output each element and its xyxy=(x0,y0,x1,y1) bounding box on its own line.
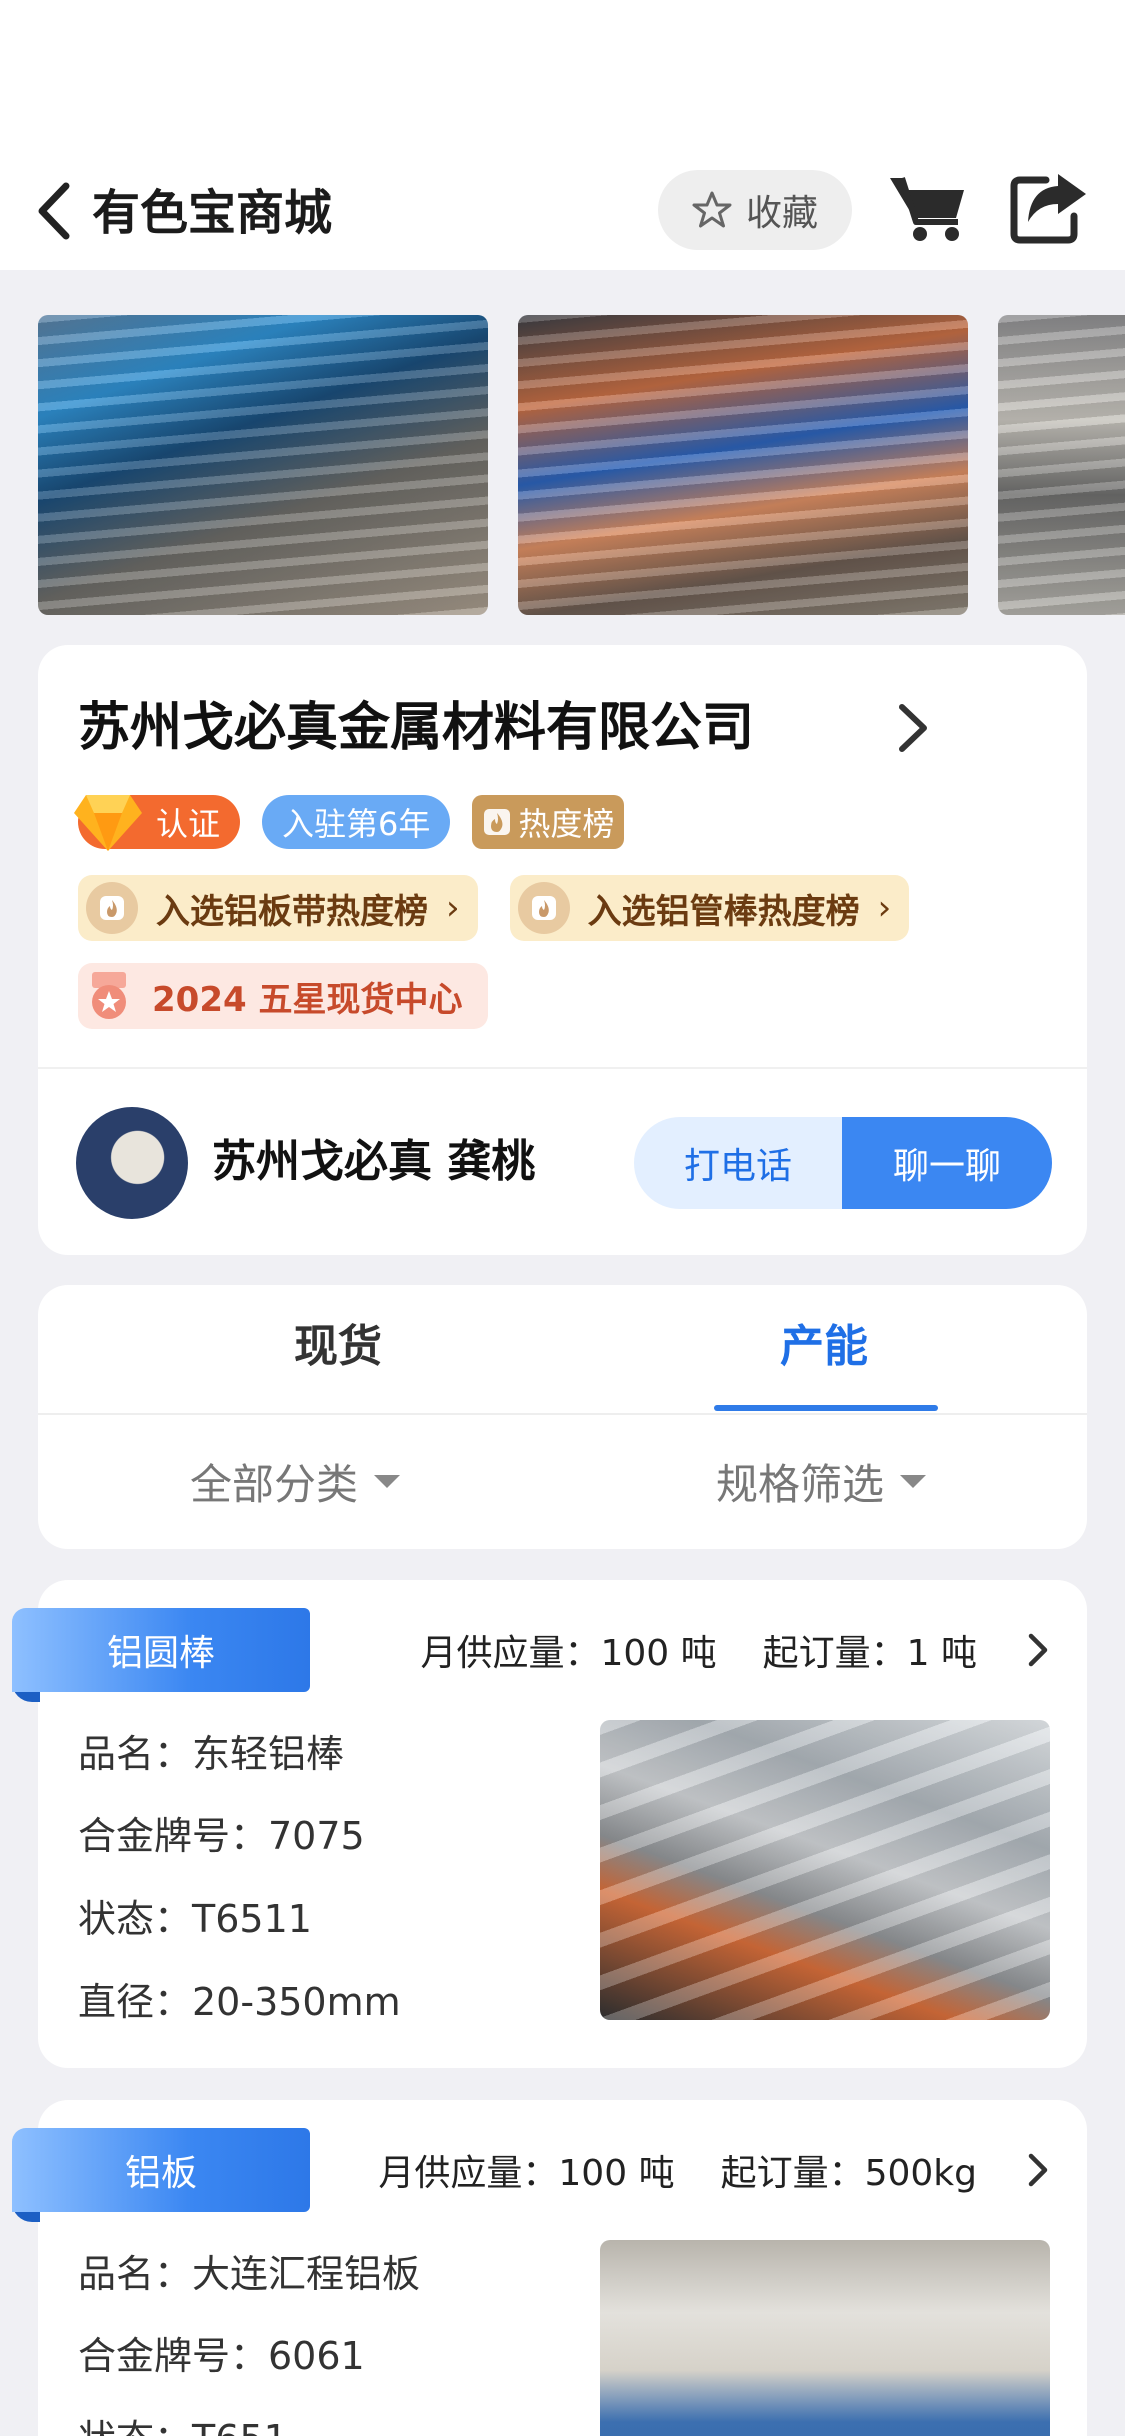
ranking-plate-strip[interactable]: 入选铝板带热度榜 › xyxy=(78,875,478,941)
company-name[interactable]: 苏州戈必真金属材料有限公司 xyxy=(78,693,754,763)
call-button[interactable]: 打电话 xyxy=(634,1117,842,1209)
award-badge[interactable]: 2024 五星现货中心 xyxy=(78,963,489,1029)
hot-list-label: 热度榜 xyxy=(518,805,615,843)
chevron-right-icon xyxy=(1028,2153,1048,2187)
chevron-right-icon: › xyxy=(877,888,892,928)
company-card: 苏州戈必真金属材料有限公司 认证 入驻第6年 热度榜 入选铝板带热度榜 › 入选… xyxy=(38,645,1087,1255)
award-label: 2024 五星现货中心 xyxy=(152,979,463,1020)
chevron-right-icon xyxy=(1028,1633,1048,1667)
store-photo-3[interactable] xyxy=(998,315,1125,615)
cart-icon[interactable] xyxy=(886,170,968,244)
tabs-card: 现货 产能 全部分类 规格筛选 xyxy=(38,1285,1087,1549)
flame-icon xyxy=(484,809,511,835)
contact-actions: 打电话 聊一聊 xyxy=(634,1117,1052,1209)
top-nav: 有色宝商城 收藏 xyxy=(0,0,1125,270)
spec-filter[interactable]: 规格筛选 xyxy=(716,1451,927,1512)
tab-capacity[interactable]: 产能 xyxy=(694,1315,954,1379)
diamond-icon xyxy=(74,795,142,851)
category-label: 铝板 xyxy=(12,2128,310,2212)
active-tab-indicator xyxy=(714,1405,938,1411)
store-photo-1[interactable] xyxy=(38,315,488,615)
category-label: 铝圆棒 xyxy=(12,1608,310,1692)
monthly-supply: 月供应量：100 吨 xyxy=(378,2153,675,2194)
flame-icon xyxy=(86,882,138,934)
badge-row: 认证 入驻第6年 热度榜 xyxy=(74,795,625,851)
ranking-label: 入选铝管棒热度榜 xyxy=(587,891,860,932)
page-title: 有色宝商城 xyxy=(92,185,333,241)
min-order: 起订量：1 吨 xyxy=(762,1633,977,1674)
caret-down-icon xyxy=(374,1475,401,1488)
spec-temper: 状态：T651 xyxy=(78,2411,288,2436)
store-photo-2[interactable] xyxy=(518,315,968,615)
product-card[interactable]: 铝圆棒 月供应量：100 吨 起订量：1 吨 品名：东轻铝棒 合金牌号：7075… xyxy=(12,1580,1087,2068)
certified-label: 认证 xyxy=(155,805,220,843)
category-filter-label: 全部分类 xyxy=(190,1460,359,1509)
spec-temper: 状态：T6511 xyxy=(78,1897,312,1941)
divider xyxy=(38,1067,1087,1069)
spec-name: 品名：大连汇程铝板 xyxy=(78,2252,421,2296)
medal-icon xyxy=(92,972,126,1019)
divider xyxy=(38,1413,1087,1415)
chevron-right-icon[interactable] xyxy=(888,695,938,761)
ranking-tube-bar[interactable]: 入选铝管棒热度榜 › xyxy=(509,875,910,941)
ranking-label: 入选铝板带热度榜 xyxy=(156,891,428,932)
share-icon[interactable] xyxy=(1010,170,1088,244)
spec-name: 品名：东轻铝棒 xyxy=(78,1732,345,1776)
caret-down-icon xyxy=(900,1475,927,1488)
monthly-supply: 月供应量：100 吨 xyxy=(420,1633,717,1674)
supply-info[interactable]: 月供应量：100 吨 起订量：500kg xyxy=(378,2144,1053,2196)
product-card[interactable]: 铝板 月供应量：100 吨 起订量：500kg 品名：大连汇程铝板 合金牌号：6… xyxy=(12,2100,1087,2436)
certified-badge: 认证 xyxy=(74,795,240,851)
star-icon xyxy=(692,191,732,228)
chevron-right-icon: › xyxy=(446,888,460,928)
ranking-row: 入选铝板带热度榜 › 入选铝管棒热度榜 › xyxy=(78,875,910,941)
product-image[interactable] xyxy=(600,1720,1050,2020)
category-filter[interactable]: 全部分类 xyxy=(190,1451,401,1512)
favorite-button[interactable]: 收藏 xyxy=(658,170,852,250)
min-order: 起订量：500kg xyxy=(720,2153,977,2194)
favorite-label: 收藏 xyxy=(745,193,818,234)
spec-filter-label: 规格筛选 xyxy=(716,1460,885,1509)
category-ribbon: 铝圆棒 xyxy=(12,1608,310,1702)
spec-alloy: 合金牌号：7075 xyxy=(78,1814,365,1858)
tab-spot[interactable]: 现货 xyxy=(208,1315,468,1379)
category-ribbon: 铝板 xyxy=(12,2128,310,2222)
chat-button[interactable]: 聊一聊 xyxy=(842,1117,1052,1209)
years-badge: 入驻第6年 xyxy=(262,795,451,849)
spec-alloy: 合金牌号：6061 xyxy=(78,2334,365,2378)
back-chevron-icon[interactable] xyxy=(30,178,80,244)
spec-diameter: 直径：20-350mm xyxy=(78,1980,401,2024)
contact-name: 苏州戈必真 龚桃 xyxy=(212,1136,536,1187)
avatar[interactable] xyxy=(76,1107,188,1219)
product-image[interactable] xyxy=(600,2240,1050,2436)
hot-list-badge[interactable]: 热度榜 xyxy=(472,795,625,849)
flame-icon xyxy=(517,882,570,934)
supply-info[interactable]: 月供应量：100 吨 起订量：1 吨 xyxy=(420,1624,1053,1676)
